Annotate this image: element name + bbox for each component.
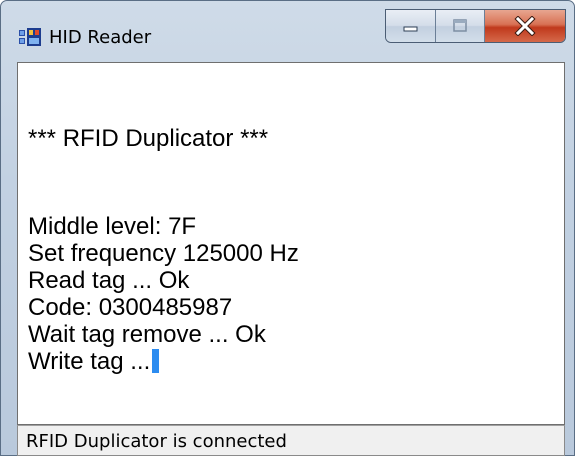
minimize-button[interactable] <box>386 10 437 42</box>
console-line: Set frequency 125000 Hz <box>28 240 299 267</box>
console-line: Middle level: 7F <box>28 213 197 240</box>
main-window: HID Reader *** RFID Duplicator *** Middl… <box>0 0 575 456</box>
console-line: Write tag ... <box>28 348 151 375</box>
status-text: RFID Duplicator is connected <box>26 431 287 452</box>
maximize-button[interactable] <box>436 10 485 42</box>
caption-buttons <box>385 9 566 43</box>
console-line: Wait tag remove ... Ok <box>28 321 266 348</box>
console-line: *** RFID Duplicator *** <box>28 125 269 152</box>
minimize-icon <box>403 26 418 32</box>
close-icon <box>514 16 536 36</box>
close-button[interactable] <box>484 10 565 42</box>
window-title: HID Reader <box>49 27 152 48</box>
console-output[interactable]: *** RFID Duplicator *** Middle level: 7F… <box>17 62 565 425</box>
app-icon <box>19 28 41 46</box>
title-bar[interactable]: HID Reader <box>1 1 574 63</box>
text-caret <box>152 349 160 373</box>
console-line: Read tag ... Ok <box>28 267 190 294</box>
maximize-icon <box>453 19 467 32</box>
console-line: Code: 0300485987 <box>28 294 233 321</box>
status-bar: RFID Duplicator is connected <box>17 425 565 456</box>
console-last-line: Write tag ... <box>28 348 160 376</box>
